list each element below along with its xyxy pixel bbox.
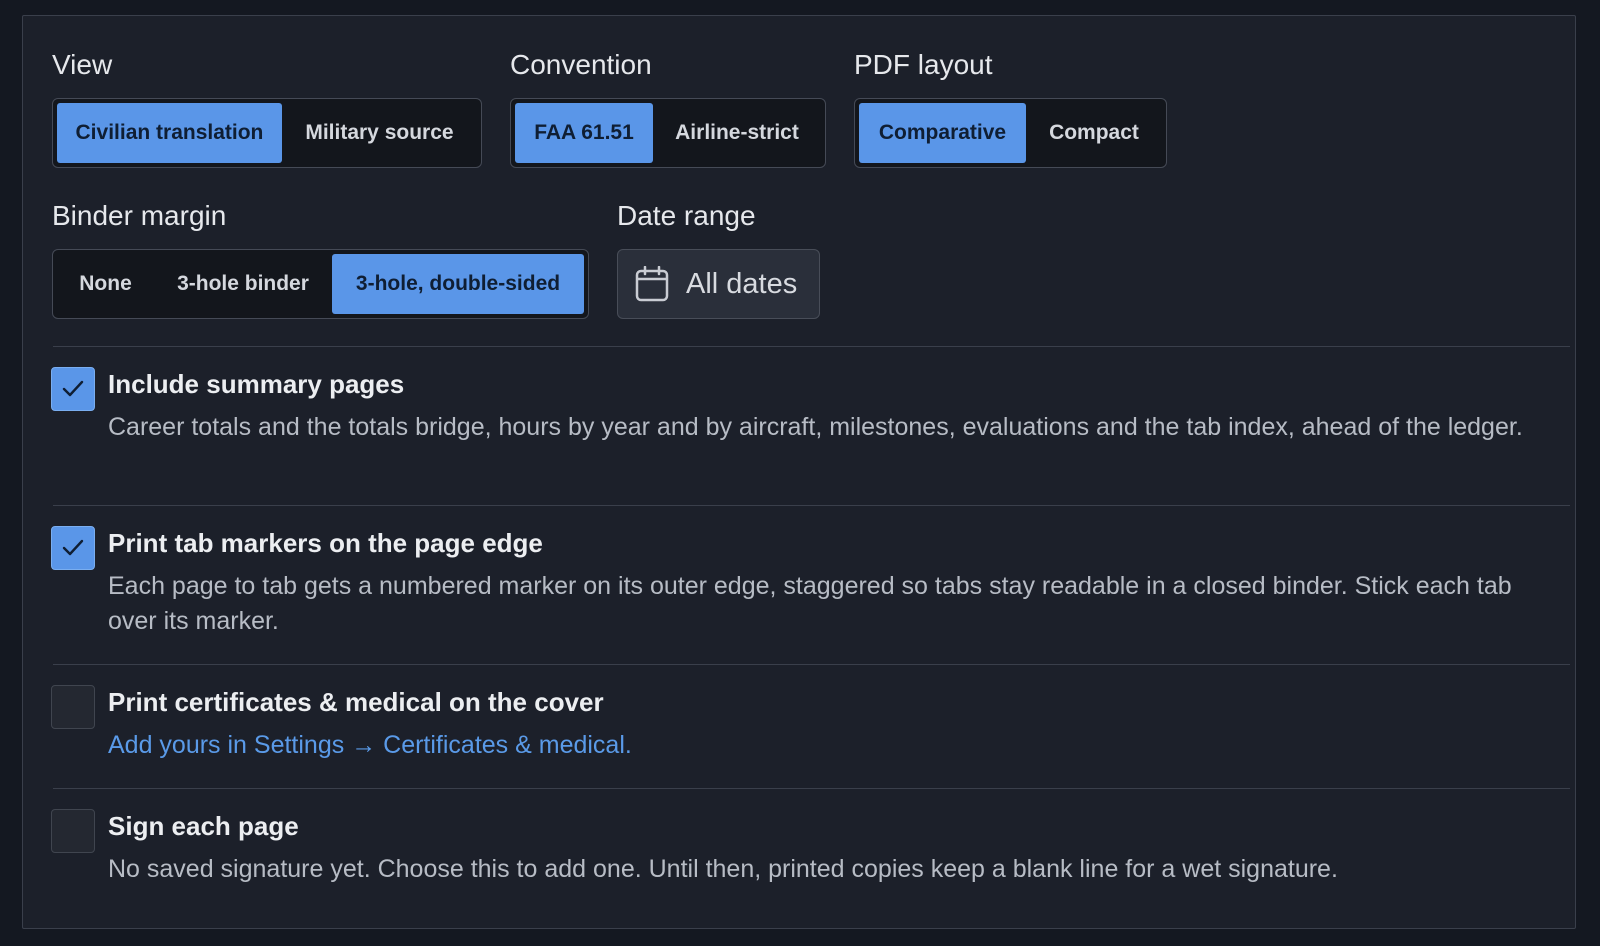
option-title: Include summary pages (108, 369, 405, 399)
convention-segmented-control: FAA 61.51 Airline-strict (510, 98, 826, 168)
pdf-layout-label: PDF layout (854, 49, 993, 80)
binder-margin-option-3-hole-binder[interactable]: 3-hole binder (154, 254, 332, 314)
divider (53, 346, 1570, 347)
divider (53, 664, 1570, 665)
sign-each-page-checkbox[interactable] (51, 809, 95, 853)
pdf-layout-segmented-control: Comparative Compact (854, 98, 1167, 168)
date-range-label: Date range (617, 200, 756, 231)
option-sign-each-page: Sign each page No saved signature yet. C… (51, 809, 1551, 899)
convention-option-airline-strict[interactable]: Airline-strict (653, 103, 821, 163)
option-description: No saved signature yet. Choose this to a… (108, 855, 1338, 883)
include-summary-pages-checkbox[interactable] (51, 367, 95, 411)
divider (53, 505, 1570, 506)
option-include-summary-pages: Include summary pages Career totals and … (51, 367, 1551, 487)
print-tab-markers-checkbox[interactable] (51, 526, 95, 570)
view-segmented-control: Civilian translation Military source (52, 98, 482, 168)
option-description: Each page to tab gets a numbered marker … (108, 572, 1512, 635)
option-title: Print tab markers on the page edge (108, 528, 543, 558)
option-print-certificates-medical: Print certificates & medical on the cove… (51, 685, 1551, 775)
view-label: View (52, 49, 113, 80)
option-title: Sign each page (108, 811, 299, 841)
print-certificates-medical-checkbox[interactable] (51, 685, 95, 729)
view-option-civilian-translation[interactable]: Civilian translation (57, 103, 282, 163)
option-description: Career totals and the totals bridge, hou… (108, 413, 1523, 441)
binder-margin-option-3-hole-double-sided[interactable]: 3-hole, double-sided (332, 254, 584, 314)
date-range-group: Date range All dates (617, 202, 820, 319)
convention-option-faa-61-51[interactable]: FAA 61.51 (515, 103, 653, 163)
print-settings-panel: View Civilian translation Military sourc… (22, 15, 1576, 929)
pdf-layout-option-compact[interactable]: Compact (1026, 103, 1162, 163)
binder-margin-option-none[interactable]: None (57, 254, 154, 314)
date-range-button[interactable]: All dates (617, 249, 820, 319)
binder-margin-segmented-control: None 3-hole binder 3-hole, double-sided (52, 249, 589, 319)
pdf-layout-group: PDF layout Comparative Compact (854, 51, 1167, 168)
checkmark-icon (62, 380, 84, 397)
view-option-military-source[interactable]: Military source (282, 103, 477, 163)
binder-margin-label: Binder margin (52, 200, 227, 231)
settings-certificates-link[interactable]: Add yours in Settings → Certificates & m… (108, 728, 632, 763)
option-print-tab-markers: Print tab markers on the page edge Each … (51, 526, 1551, 646)
calendar-icon (635, 266, 669, 302)
convention-label: Convention (510, 49, 652, 80)
option-title: Print certificates & medical on the cove… (108, 687, 604, 717)
pdf-layout-option-comparative[interactable]: Comparative (859, 103, 1026, 163)
convention-group: Convention FAA 61.51 Airline-strict (510, 51, 826, 168)
checkmark-icon (62, 539, 84, 556)
binder-margin-group: Binder margin None 3-hole binder 3-hole,… (52, 202, 589, 319)
divider (53, 788, 1570, 789)
date-range-value: All dates (686, 267, 798, 300)
view-group: View Civilian translation Military sourc… (52, 51, 482, 168)
